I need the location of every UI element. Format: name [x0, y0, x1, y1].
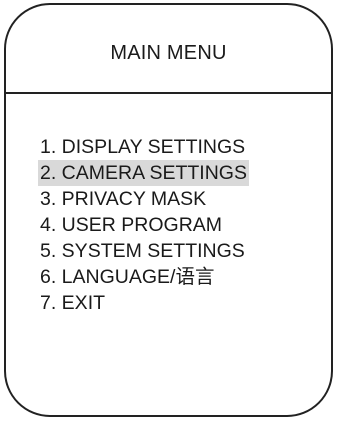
menu-item-label: 4. USER PROGRAM — [40, 214, 223, 236]
menu-item-exit[interactable]: 7. EXIT — [40, 290, 249, 316]
menu-item-label: 3. PRIVACY MASK — [40, 188, 207, 210]
menu-header: MAIN MENU — [6, 5, 331, 94]
menu-item-language[interactable]: 6. LANGUAGE/语言 — [40, 264, 249, 290]
menu-item-label: 6. LANGUAGE/语言 — [40, 266, 215, 288]
main-menu-panel: MAIN MENU 1. DISPLAY SETTINGS 2. CAMERA … — [4, 3, 333, 417]
menu-item-display-settings[interactable]: 1. DISPLAY SETTINGS — [40, 134, 249, 160]
menu-item-camera-settings[interactable]: 2. CAMERA SETTINGS — [38, 160, 249, 186]
menu-list: 1. DISPLAY SETTINGS 2. CAMERA SETTINGS 3… — [38, 134, 249, 316]
menu-title: MAIN MENU — [110, 42, 227, 64]
menu-item-label: 1. DISPLAY SETTINGS — [40, 136, 246, 158]
menu-item-label: 7. EXIT — [40, 292, 106, 314]
menu-item-label: 2. CAMERA SETTINGS — [38, 160, 249, 186]
menu-item-label: 5. SYSTEM SETTINGS — [40, 240, 245, 262]
menu-item-privacy-mask[interactable]: 3. PRIVACY MASK — [40, 186, 249, 212]
menu-item-system-settings[interactable]: 5. SYSTEM SETTINGS — [40, 238, 249, 264]
menu-item-user-program[interactable]: 4. USER PROGRAM — [40, 212, 249, 238]
